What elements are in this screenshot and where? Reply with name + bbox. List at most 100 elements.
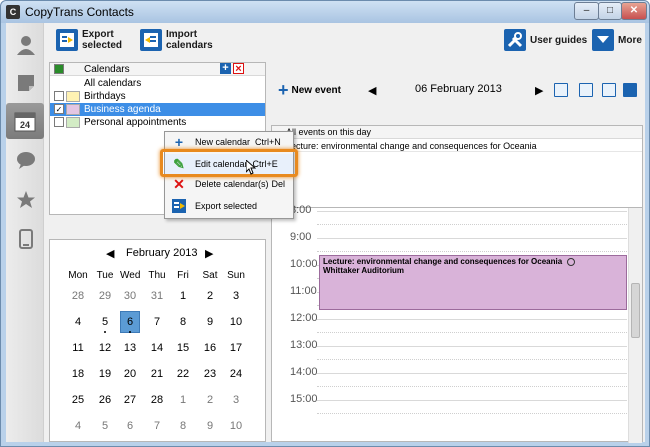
next-day-button[interactable]: ▶ [535,84,543,97]
calendar-row[interactable]: Personal appointments [50,116,265,129]
calendar-day[interactable]: 28 [68,290,88,302]
menu-item-label: New calendar [195,137,251,147]
contacts-nav-icon[interactable] [10,29,42,61]
new-event-button[interactable]: + New event [278,81,341,99]
device-nav-icon[interactable] [10,223,42,255]
calendar-day[interactable]: 31 [147,290,167,302]
calendar-day[interactable]: 7 [147,316,167,328]
calendar-day[interactable]: 17 [226,342,246,354]
calendar-checkbox[interactable] [54,91,64,101]
half-hour-line [317,359,627,360]
select-all-checkbox[interactable] [54,64,64,74]
calendar-day[interactable]: 28 [147,394,167,406]
calendar-day[interactable]: 13 [120,342,140,354]
calendar-day[interactable]: 4 [68,316,88,328]
calendar-day[interactable]: 6 [120,311,140,333]
calendar-day[interactable]: 9 [200,316,220,328]
calendar-day[interactable]: 5 [95,316,115,328]
menu-item-shortcut: Del [271,179,286,189]
calendar-day[interactable]: 26 [95,394,115,406]
all-day-event-row[interactable]: Lecture: environmental change and conseq… [272,140,642,152]
event-toolbar: + New event ◀ 06 February 2013 ▶ [273,78,645,108]
scrollbar-thumb[interactable] [631,283,640,338]
calendar-color-swatch [66,117,80,128]
calendar-day[interactable]: 4 [68,420,88,432]
calendar-day[interactable]: 3 [226,290,246,302]
delete-calendar-icon[interactable]: × [233,63,244,75]
calendar-day[interactable]: 18 [68,368,88,380]
calendars-header-label: Calendars [84,64,130,75]
calendar-day[interactable]: 3 [226,394,246,406]
menu-item-delete-calendar[interactable]: ✕ Delete calendar(s) Del [165,174,293,194]
messages-nav-icon[interactable] [10,144,42,176]
export-selected-button[interactable]: Export selected [56,29,122,51]
prev-day-button[interactable]: ◀ [368,84,376,97]
maximize-button[interactable]: □ [598,2,622,20]
calendar-day[interactable]: 15 [173,342,193,354]
calendar-row-label: Birthdays [84,91,126,102]
notes-nav-icon[interactable] [10,67,42,99]
calendar-day[interactable]: 27 [120,394,140,406]
list-view-icon[interactable] [623,83,637,97]
calendar-day[interactable]: 2 [200,290,220,302]
weekday-label: Thu [148,270,166,281]
hour-label: 13:00 [290,339,318,351]
calendar-day[interactable]: 22 [173,368,193,380]
calendar-row[interactable]: Birthdays [50,90,265,103]
half-hour-line [317,332,627,333]
calendar-row[interactable]: All calendars [50,77,265,90]
calendar-day[interactable]: 6 [120,420,140,432]
timeline-scrollbar[interactable] [628,208,642,443]
all-day-header-label: All events on this day [286,127,372,137]
import-calendars-label: Import calendars [166,29,213,51]
calendar-day[interactable]: 11 [68,342,88,354]
calendar-day[interactable]: 1 [173,290,193,302]
calendar-day[interactable]: 9 [200,420,220,432]
calendar-day[interactable]: 29 [95,290,115,302]
next-month-button[interactable]: ▶ [205,247,213,260]
calendar-day[interactable]: 10 [226,420,246,432]
export-icon [56,29,78,51]
calendar-day[interactable]: 21 [147,368,167,380]
week-view-icon[interactable] [579,83,593,97]
prev-month-button[interactable]: ◀ [106,247,114,260]
event-block[interactable]: Lecture: environmental change and conseq… [319,255,627,310]
calendar-day[interactable]: 16 [200,342,220,354]
calendar-day[interactable]: 10 [226,316,246,328]
favorites-nav-icon[interactable] [10,184,42,216]
calendar-day[interactable]: 1 [173,394,193,406]
calendar-row[interactable]: ✓ Business agenda [50,103,265,116]
close-button[interactable]: ✕ [621,2,647,20]
clock-icon [567,257,576,266]
calendar-checkbox[interactable]: ✓ [54,104,64,114]
calendar-day[interactable]: 14 [147,342,167,354]
app-icon: C [6,5,20,19]
calendar-day[interactable]: 25 [68,394,88,406]
menu-item-label: Export selected [195,201,258,211]
import-calendars-button[interactable]: Import calendars [140,29,214,51]
calendar-day[interactable]: 5 [95,420,115,432]
calendar-day[interactable]: 19 [95,368,115,380]
month-view-icon[interactable] [602,83,616,97]
calendar-day[interactable]: 8 [173,316,193,328]
day-view-icon[interactable] [554,83,568,97]
calendar-day[interactable]: 24 [226,368,246,380]
hour-label: 9:00 [290,231,312,243]
minimize-button[interactable]: – [574,2,599,20]
calendar-day[interactable]: 23 [200,368,220,380]
hour-label: 11:00 [290,285,317,297]
menu-item-export-selected[interactable]: Export selected [165,196,293,216]
user-guides-button[interactable]: User guides [504,29,587,51]
calendar-checkbox[interactable] [54,117,64,127]
month-title: February 2013 [126,247,198,259]
app-window: C CopyTrans Contacts – □ ✕ 24 Export sel… [0,0,650,447]
calendar-day[interactable]: 30 [120,290,140,302]
calendar-day[interactable]: 12 [95,342,115,354]
calendar-day[interactable]: 2 [200,394,220,406]
calendar-day[interactable]: 8 [173,420,193,432]
calendar-day[interactable]: 7 [147,420,167,432]
add-calendar-icon[interactable]: + [220,63,231,74]
calendar-nav-icon[interactable]: 24 [6,103,44,139]
more-button[interactable]: More [592,29,642,51]
calendar-day[interactable]: 20 [120,368,140,380]
